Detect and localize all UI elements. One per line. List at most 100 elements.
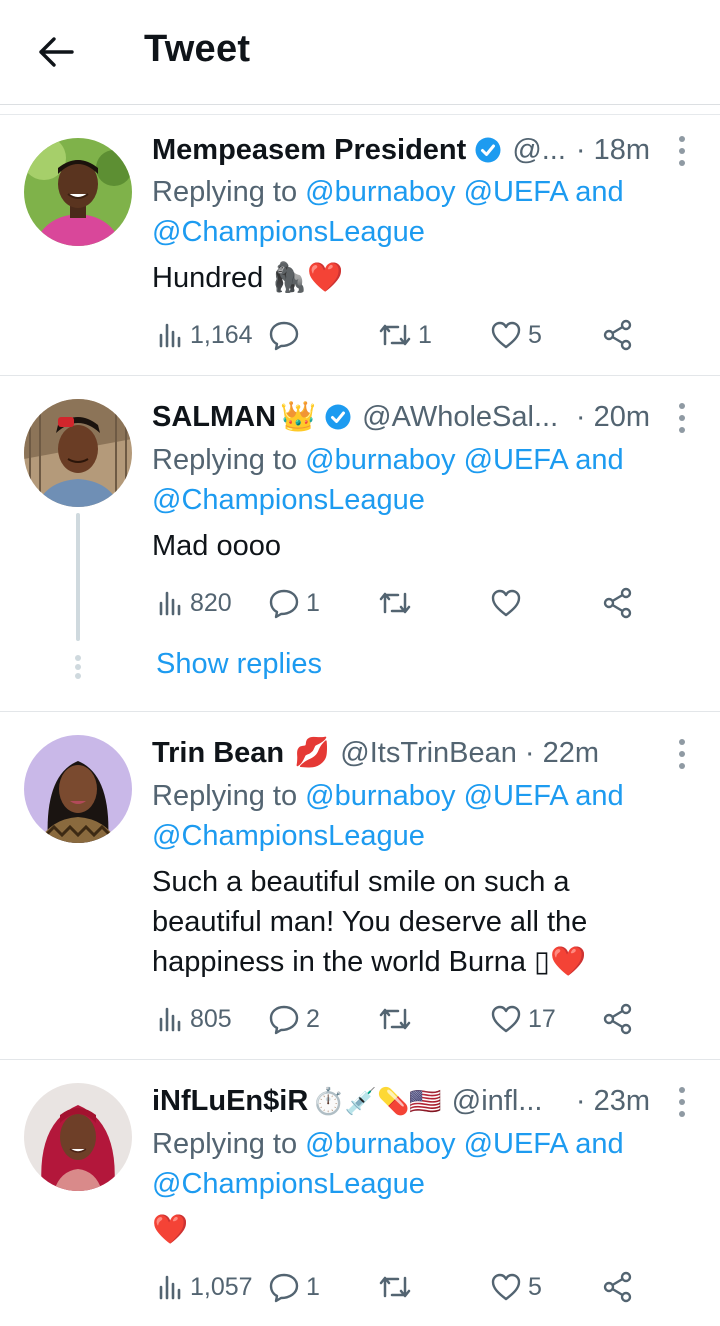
tweet-text: ❤️ xyxy=(152,1214,189,1246)
show-replies-link[interactable]: Show replies xyxy=(156,648,322,681)
reply-mentions-link[interactable]: @burnaboy @UEFA and xyxy=(305,444,623,476)
reply-icon xyxy=(269,589,299,619)
reply-mentions-link[interactable]: @burnaboy @UEFA and xyxy=(305,1128,623,1160)
share-icon xyxy=(603,319,632,351)
tweet-actions: 805 2 17 xyxy=(152,999,652,1039)
views-count: 1,057 xyxy=(190,1272,253,1301)
share-button[interactable] xyxy=(602,583,634,623)
reply-button[interactable]: 1 xyxy=(268,1267,320,1307)
reply-mentions-link[interactable]: @burnaboy @UEFA and xyxy=(305,176,623,208)
like-icon xyxy=(491,589,521,617)
avatar[interactable] xyxy=(24,138,132,246)
like-icon xyxy=(491,1273,521,1301)
reply-mention-link[interactable]: @ChampionsLeague xyxy=(152,216,425,248)
reply-count: 2 xyxy=(306,1004,320,1033)
tweet[interactable]: iNfLuEn$iR ⏱️💉💊🇺🇸 @infl... · 23m Replyin… xyxy=(0,1060,720,1326)
views-icon xyxy=(159,591,181,616)
tweet-text-line: happiness in the world Burna ▯❤️ xyxy=(152,946,587,978)
reply-mentions-link[interactable]: @burnaboy @UEFA and xyxy=(305,780,623,812)
tweet[interactable]: SALMAN 👑 @AWholeSal... · 20m Replying to… xyxy=(0,376,720,712)
like-icon xyxy=(491,1005,521,1033)
timestamp[interactable]: · 22m xyxy=(525,737,599,770)
tweet-actions: 1,164 1 5 xyxy=(152,315,652,355)
reply-button[interactable]: 1 xyxy=(268,583,320,623)
more-icon[interactable] xyxy=(674,399,690,437)
like-button[interactable]: 17 xyxy=(490,999,556,1039)
views-button[interactable]: 1,164 xyxy=(158,315,253,355)
verified-badge-icon xyxy=(324,403,352,431)
avatar[interactable] xyxy=(24,735,132,843)
reply-mention-link[interactable]: @ChampionsLeague xyxy=(152,1168,425,1200)
display-name[interactable]: SALMAN xyxy=(152,401,276,434)
like-button[interactable]: 5 xyxy=(490,1267,542,1307)
tweet-text: Such a beautiful smile on such a beautif… xyxy=(152,862,672,982)
views-count: 1,164 xyxy=(190,320,253,349)
tweet-header: Trin Bean 💋 @ItsTrinBean · 22m xyxy=(152,733,650,773)
user-handle[interactable]: @infl... xyxy=(452,1085,543,1118)
reply-icon xyxy=(269,1273,299,1303)
like-button[interactable]: 5 xyxy=(490,315,542,355)
more-icon[interactable] xyxy=(674,735,690,773)
replying-prefix: Replying to xyxy=(152,780,306,812)
user-handle[interactable]: @ItsTrinBean xyxy=(340,737,517,770)
replying-to: Replying to @burnaboy @UEFA and @Champio… xyxy=(152,440,652,520)
replying-to: Replying to @burnaboy @UEFA and @Champio… xyxy=(152,1124,652,1204)
views-icon xyxy=(159,323,181,348)
reply-mention-link[interactable]: @ChampionsLeague xyxy=(152,820,425,852)
timestamp[interactable]: · 20m xyxy=(576,401,650,434)
share-icon xyxy=(603,1003,632,1035)
reply-count: 1 xyxy=(306,1272,320,1301)
retweet-button[interactable] xyxy=(378,1267,418,1307)
timestamp[interactable]: · 23m xyxy=(576,1085,650,1118)
timestamp[interactable]: · 18m xyxy=(576,134,650,167)
replying-prefix: Replying to xyxy=(152,1128,306,1160)
retweet-icon xyxy=(379,324,411,346)
user-handle[interactable]: @AWholeSal... xyxy=(362,401,558,434)
retweet-button[interactable] xyxy=(378,999,418,1039)
share-icon xyxy=(603,1271,632,1303)
reply-button[interactable] xyxy=(268,315,306,355)
avatar[interactable] xyxy=(24,1083,132,1191)
avatar[interactable] xyxy=(24,399,132,507)
divider xyxy=(0,104,720,105)
tweet-header: Mempeasem President @... · 18m xyxy=(152,130,650,170)
display-name[interactable]: Trin Bean xyxy=(152,737,284,770)
top-bar: Tweet xyxy=(0,0,720,115)
retweet-icon xyxy=(379,1008,411,1030)
replying-prefix: Replying to xyxy=(152,176,306,208)
views-button[interactable]: 1,057 xyxy=(158,1267,253,1307)
like-count: 5 xyxy=(528,320,542,349)
retweet-icon xyxy=(379,1276,411,1298)
tweet-text: Hundred 🦍❤️ xyxy=(152,262,344,294)
tweet-actions: 1,057 1 5 xyxy=(152,1267,652,1307)
tweet[interactable]: Trin Bean 💋 @ItsTrinBean · 22m Replying … xyxy=(0,712,720,1060)
display-name[interactable]: iNfLuEn$iR xyxy=(152,1085,308,1118)
thread-more-icon xyxy=(74,655,82,679)
share-button[interactable] xyxy=(602,315,634,355)
name-emoji: 👑 xyxy=(280,401,317,433)
more-icon[interactable] xyxy=(674,132,690,170)
tweet[interactable]: Mempeasem President @... · 18m Replying … xyxy=(0,115,720,376)
user-handle[interactable]: @... xyxy=(512,134,566,167)
tweet-text: Mad oooo xyxy=(152,530,281,562)
like-button[interactable] xyxy=(490,583,528,623)
thread-line xyxy=(76,513,80,641)
replying-to: Replying to @burnaboy @UEFA and @Champio… xyxy=(152,172,652,252)
like-icon xyxy=(491,321,521,349)
share-button[interactable] xyxy=(602,1267,634,1307)
views-button[interactable]: 805 xyxy=(158,999,232,1039)
retweet-button[interactable]: 1 xyxy=(378,315,432,355)
reply-icon xyxy=(269,1005,299,1035)
share-button[interactable] xyxy=(602,999,634,1039)
views-count: 820 xyxy=(190,588,232,617)
retweet-icon xyxy=(379,592,411,614)
reply-mention-link[interactable]: @ChampionsLeague xyxy=(152,484,425,516)
tweet-text-line: Such a beautiful smile on such a xyxy=(152,866,570,898)
back-arrow-icon[interactable] xyxy=(34,30,78,74)
reply-button[interactable]: 2 xyxy=(268,999,320,1039)
display-name[interactable]: Mempeasem President xyxy=(152,134,466,167)
more-icon[interactable] xyxy=(674,1083,690,1121)
views-icon xyxy=(159,1275,181,1300)
views-button[interactable]: 820 xyxy=(158,583,232,623)
retweet-button[interactable] xyxy=(378,583,418,623)
